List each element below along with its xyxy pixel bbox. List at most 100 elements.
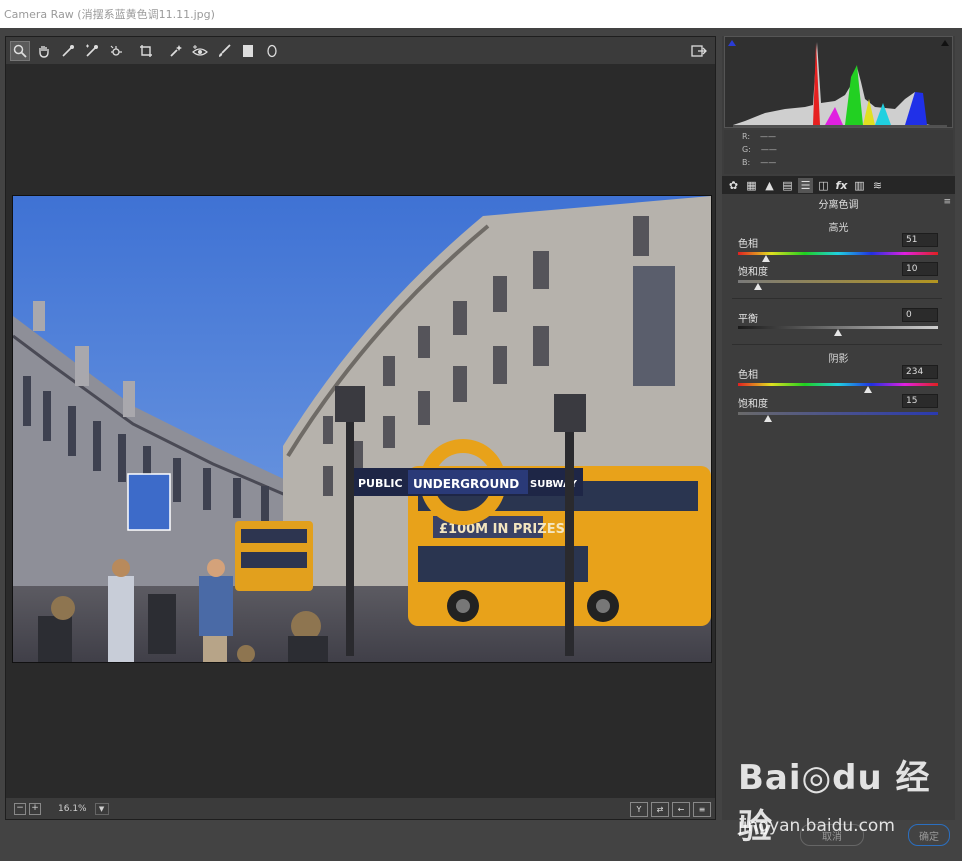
panel-title: 分离色调 ≡ bbox=[722, 196, 955, 211]
preview-preferences-button[interactable]: ≡ bbox=[693, 802, 711, 817]
preview-panel: £100M IN PRIZES PUBLIC UNDERGROUND SUBWA… bbox=[5, 36, 716, 820]
g-label: G: bbox=[742, 145, 751, 154]
toolbar bbox=[6, 37, 715, 65]
chevron-down-icon: ▼ bbox=[98, 804, 105, 813]
balance-input[interactable]: 0 bbox=[902, 308, 938, 322]
balance-label: 平衡 bbox=[738, 314, 758, 325]
shadows-hue-thumb[interactable] bbox=[864, 386, 872, 393]
presets-tab[interactable]: ≋ bbox=[870, 178, 885, 193]
sliders-icon: ≋ bbox=[872, 178, 883, 192]
shadows-hue-input[interactable]: 234 bbox=[902, 365, 938, 379]
graduated-filter-tool-button[interactable] bbox=[238, 41, 258, 61]
hsl-icon: ▤ bbox=[782, 178, 793, 192]
swap-settings-button[interactable]: ⇄ bbox=[651, 802, 669, 817]
image-canvas[interactable]: £100M IN PRIZES PUBLIC UNDERGROUND SUBWA… bbox=[6, 65, 715, 791]
graduated-filter-icon bbox=[243, 44, 253, 57]
tone-curve-tab[interactable]: ▦ bbox=[744, 178, 759, 193]
hsl-tab[interactable]: ▤ bbox=[780, 178, 795, 193]
highlights-saturation-input[interactable]: 10 bbox=[902, 262, 938, 276]
camera-raw-dialog: £100M IN PRIZES PUBLIC UNDERGROUND SUBWA… bbox=[0, 28, 962, 861]
panel-tabs: ✿ ▦ ▲ ▤ ☰ ◫ fx ▥ ≋ bbox=[722, 176, 955, 194]
basic-tab[interactable]: ✿ bbox=[726, 178, 741, 193]
before-after-toggle-button[interactable]: Y bbox=[630, 802, 648, 817]
status-bar: − + 16.1% ▼ Y ⇄ ← ≡ bbox=[6, 797, 715, 819]
radial-filter-tool-button[interactable] bbox=[262, 41, 282, 61]
white-balance-tool-button[interactable] bbox=[58, 41, 78, 61]
highlights-hue-label: 色相 bbox=[738, 239, 758, 250]
fx-icon: fx bbox=[835, 178, 848, 192]
highlights-saturation-label: 饱和度 bbox=[738, 267, 768, 278]
red-eye-icon bbox=[192, 44, 208, 56]
highlights-saturation-slider[interactable] bbox=[738, 280, 938, 283]
view-buttons: Y ⇄ ← ≡ bbox=[627, 802, 711, 817]
detail-tab[interactable]: ▲ bbox=[762, 178, 777, 193]
straighten-icon bbox=[140, 44, 152, 57]
aperture-icon: ✿ bbox=[728, 178, 739, 192]
shadows-hue-slider[interactable] bbox=[738, 383, 938, 386]
zoom-icon bbox=[13, 44, 27, 58]
camera-calibration-tab[interactable]: ▥ bbox=[852, 178, 867, 193]
lens-corrections-tab[interactable]: ◫ bbox=[816, 178, 831, 193]
tone-curve-icon: ▦ bbox=[746, 178, 757, 192]
fullscreen-icon bbox=[691, 45, 707, 57]
shadows-saturation-thumb[interactable] bbox=[764, 415, 772, 422]
divider bbox=[732, 344, 942, 345]
lens-icon: ◫ bbox=[818, 178, 829, 192]
window-title: Camera Raw (消摆系蓝黄色调11.11.jpg) bbox=[4, 8, 215, 21]
spot-removal-tool-button[interactable] bbox=[166, 41, 186, 61]
sign-public: PUBLIC bbox=[358, 477, 403, 490]
street-photo: £100M IN PRIZES PUBLIC UNDERGROUND SUBWA… bbox=[13, 196, 711, 662]
color-sampler-icon bbox=[86, 44, 98, 57]
camera-calibration-icon: ▥ bbox=[854, 178, 865, 192]
radial-filter-icon bbox=[267, 44, 277, 57]
zoom-in-button[interactable]: + bbox=[29, 802, 41, 815]
zoom-tool-button[interactable] bbox=[10, 40, 30, 61]
shadows-saturation-label: 饱和度 bbox=[738, 399, 768, 410]
hand-icon bbox=[39, 45, 49, 58]
split-toning-icon: ☰ bbox=[800, 178, 811, 192]
spot-removal-icon bbox=[170, 44, 182, 57]
zoom-level: 16.1% bbox=[58, 803, 87, 814]
shadows-heading: 阴影 bbox=[828, 354, 849, 365]
divider bbox=[732, 298, 942, 299]
panel-menu-icon[interactable]: ≡ bbox=[943, 197, 951, 207]
color-sampler-tool-button[interactable] bbox=[82, 41, 102, 61]
highlights-hue-input[interactable]: 51 bbox=[902, 233, 938, 247]
highlight-clip-warning-icon[interactable] bbox=[941, 40, 949, 46]
zoom-dropdown[interactable]: ▼ bbox=[94, 802, 109, 815]
balance-thumb[interactable] bbox=[834, 329, 842, 336]
eyedropper-icon bbox=[62, 44, 74, 57]
b-label: B: bbox=[742, 158, 751, 167]
highlights-heading: 高光 bbox=[828, 223, 849, 234]
r-label: R: bbox=[742, 132, 751, 141]
crop-tool-button[interactable] bbox=[136, 41, 156, 61]
target-adjust-icon bbox=[110, 45, 122, 56]
brush-icon bbox=[219, 43, 231, 57]
hand-tool-button[interactable] bbox=[34, 41, 54, 61]
g-value: —— bbox=[760, 145, 777, 154]
dialog-buttons: 取消 确定 bbox=[800, 824, 950, 846]
fullscreen-button[interactable] bbox=[689, 41, 709, 61]
targeted-adjustment-tool-button[interactable] bbox=[106, 41, 126, 61]
shadows-hue-label: 色相 bbox=[738, 370, 758, 381]
highlights-saturation-thumb[interactable] bbox=[754, 283, 762, 290]
shadows-saturation-input[interactable]: 15 bbox=[902, 394, 938, 408]
ok-button[interactable]: 确定 bbox=[908, 824, 950, 846]
rgb-readout: R: —— G: —— B: —— bbox=[724, 130, 953, 174]
split-toning-tab[interactable]: ☰ bbox=[798, 177, 813, 193]
cancel-button[interactable]: 取消 bbox=[800, 824, 864, 846]
sign-underground: UNDERGROUND bbox=[413, 477, 519, 491]
histogram bbox=[724, 36, 953, 128]
copy-settings-button[interactable]: ← bbox=[672, 802, 690, 817]
r-value: —— bbox=[760, 132, 777, 141]
effects-tab[interactable]: fx bbox=[834, 178, 849, 193]
highlights-hue-thumb[interactable] bbox=[762, 255, 771, 262]
adjustments-panel: R: —— G: —— B: —— ✿ ▦ ▲ ▤ ☰ ◫ fx ▥ ≋ 分离色调 ≡… bbox=[722, 36, 955, 820]
adjustment-brush-tool-button[interactable] bbox=[214, 41, 234, 61]
b-value: —— bbox=[760, 158, 777, 167]
mountain-icon: ▲ bbox=[765, 178, 774, 192]
red-eye-tool-button[interactable] bbox=[190, 41, 210, 61]
zoom-out-button[interactable]: − bbox=[14, 802, 26, 815]
window-title-bar: Camera Raw (消摆系蓝黄色调11.11.jpg) bbox=[0, 0, 962, 28]
shadow-clip-warning-icon[interactable] bbox=[728, 40, 736, 46]
